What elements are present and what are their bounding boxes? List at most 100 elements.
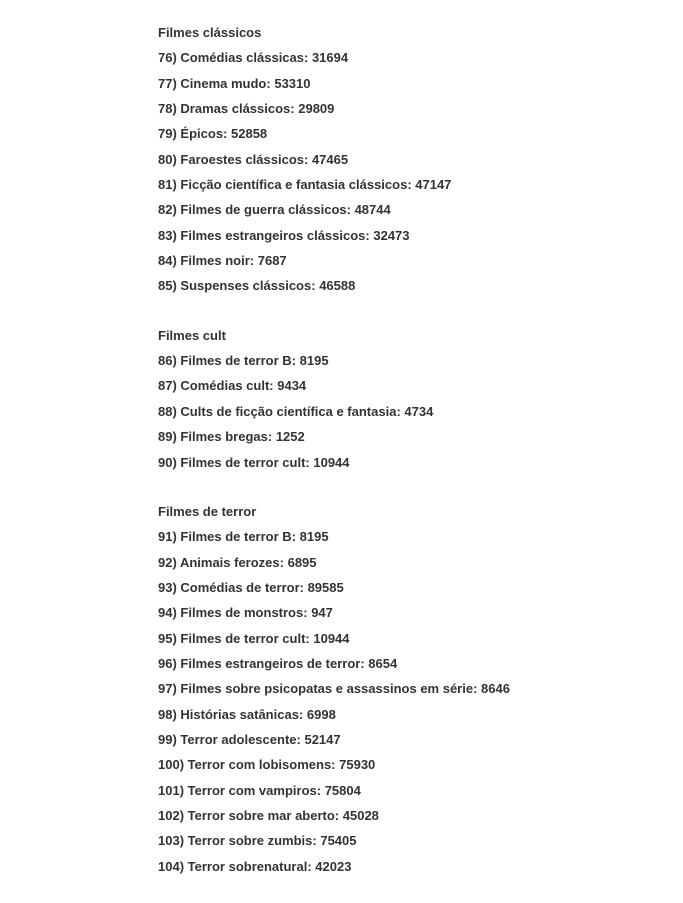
item-code: 52147 bbox=[304, 732, 340, 747]
item-number: 81 bbox=[158, 177, 172, 192]
item-code: 32473 bbox=[373, 228, 409, 243]
item-code: 6998 bbox=[307, 707, 336, 722]
item-number: 102 bbox=[158, 808, 180, 823]
item-number: 85 bbox=[158, 278, 172, 293]
section-title: Filmes de terror bbox=[158, 499, 683, 524]
item-code: 52858 bbox=[231, 126, 267, 141]
item-label: Filmes de guerra clássicos bbox=[180, 202, 346, 217]
item-number: 77 bbox=[158, 76, 172, 91]
list-item: 88) Cults de ficção científica e fantasi… bbox=[158, 399, 683, 424]
item-code: 10944 bbox=[313, 631, 349, 646]
item-code: 29809 bbox=[298, 101, 334, 116]
item-number: 91 bbox=[158, 529, 172, 544]
item-label: Filmes de terror cult bbox=[180, 631, 305, 646]
item-separator: : bbox=[311, 278, 319, 293]
item-label: Terror sobrenatural bbox=[188, 859, 308, 874]
item-number: 90 bbox=[158, 455, 172, 470]
item-code: 75804 bbox=[325, 783, 361, 798]
item-number: 79 bbox=[158, 126, 172, 141]
item-number: 95 bbox=[158, 631, 172, 646]
item-separator: : bbox=[335, 808, 343, 823]
item-label: Épicos bbox=[180, 126, 223, 141]
section-title: Filmes cult bbox=[158, 323, 683, 348]
item-number: 103 bbox=[158, 833, 180, 848]
item-code: 8195 bbox=[300, 353, 329, 368]
item-paren: ) bbox=[172, 555, 179, 570]
item-code: 46588 bbox=[319, 278, 355, 293]
item-separator: : bbox=[473, 681, 481, 696]
item-number: 89 bbox=[158, 429, 172, 444]
item-number: 96 bbox=[158, 656, 172, 671]
item-code: 6895 bbox=[288, 555, 317, 570]
list-item: 82) Filmes de guerra clássicos: 48744 bbox=[158, 197, 683, 222]
item-label: Cults de ficção científica e fantasia bbox=[180, 404, 396, 419]
list-item: 99) Terror adolescente: 52147 bbox=[158, 727, 683, 752]
list-item: 79) Épicos: 52858 bbox=[158, 121, 683, 146]
item-number: 86 bbox=[158, 353, 172, 368]
item-code: 75405 bbox=[320, 833, 356, 848]
item-code: 1252 bbox=[276, 429, 305, 444]
item-label: Terror com vampiros bbox=[188, 783, 317, 798]
item-label: Terror sobre zumbis bbox=[188, 833, 313, 848]
item-separator: : bbox=[347, 202, 355, 217]
item-separator: : bbox=[304, 50, 312, 65]
item-paren: ) bbox=[180, 808, 188, 823]
item-code: 89585 bbox=[308, 580, 344, 595]
item-separator: : bbox=[300, 580, 308, 595]
item-label: Filmes de terror B bbox=[180, 529, 291, 544]
item-number: 93 bbox=[158, 580, 172, 595]
item-code: 8646 bbox=[481, 681, 510, 696]
item-code: 53310 bbox=[274, 76, 310, 91]
item-label: Filmes de terror cult bbox=[180, 455, 305, 470]
item-number: 78 bbox=[158, 101, 172, 116]
list-item: 78) Dramas clássicos: 29809 bbox=[158, 96, 683, 121]
item-label: Ficção científica e fantasia clássicos bbox=[180, 177, 407, 192]
item-label: Comédias clássicas bbox=[180, 50, 304, 65]
section-title: Filmes clássicos bbox=[158, 20, 683, 45]
item-paren: ) bbox=[180, 859, 188, 874]
list-item: 76) Comédias clássicas: 31694 bbox=[158, 45, 683, 70]
list-item: 91) Filmes de terror B: 8195 bbox=[158, 524, 683, 549]
item-separator: : bbox=[250, 253, 258, 268]
item-code: 31694 bbox=[312, 50, 348, 65]
item-label: Suspenses clássicos bbox=[180, 278, 311, 293]
item-number: 76 bbox=[158, 50, 172, 65]
item-code: 42023 bbox=[315, 859, 351, 874]
item-label: Filmes de terror B bbox=[180, 353, 291, 368]
item-number: 83 bbox=[158, 228, 172, 243]
item-number: 80 bbox=[158, 152, 172, 167]
item-separator: : bbox=[292, 353, 300, 368]
list-item: 81) Ficção científica e fantasia clássic… bbox=[158, 172, 683, 197]
item-number: 104 bbox=[158, 859, 180, 874]
item-number: 88 bbox=[158, 404, 172, 419]
item-code: 75930 bbox=[339, 757, 375, 772]
item-label: Filmes estrangeiros de terror bbox=[180, 656, 360, 671]
item-code: 7687 bbox=[258, 253, 287, 268]
list-item: 103) Terror sobre zumbis: 75405 bbox=[158, 828, 683, 853]
item-number: 100 bbox=[158, 757, 180, 772]
item-paren: ) bbox=[180, 833, 188, 848]
list-item: 83) Filmes estrangeiros clássicos: 32473 bbox=[158, 223, 683, 248]
list-item: 89) Filmes bregas: 1252 bbox=[158, 424, 683, 449]
list-item: 94) Filmes de monstros: 947 bbox=[158, 600, 683, 625]
item-separator: : bbox=[331, 757, 339, 772]
list-item: 93) Comédias de terror: 89585 bbox=[158, 575, 683, 600]
item-label: Faroestes clássicos bbox=[180, 152, 304, 167]
section: Filmes clássicos76) Comédias clássicas: … bbox=[158, 20, 683, 299]
list-item: 87) Comédias cult: 9434 bbox=[158, 373, 683, 398]
item-code: 947 bbox=[311, 605, 333, 620]
item-code: 9434 bbox=[277, 378, 306, 393]
list-item: 80) Faroestes clássicos: 47465 bbox=[158, 147, 683, 172]
item-label: Filmes bregas bbox=[180, 429, 267, 444]
item-code: 47465 bbox=[312, 152, 348, 167]
section: Filmes de terror91) Filmes de terror B: … bbox=[158, 499, 683, 879]
item-label: Terror com lobisomens bbox=[188, 757, 332, 772]
item-paren: ) bbox=[180, 783, 188, 798]
item-code: 8195 bbox=[300, 529, 329, 544]
item-separator: : bbox=[223, 126, 231, 141]
item-label: Filmes estrangeiros clássicos bbox=[180, 228, 365, 243]
item-label: Cinema mudo bbox=[180, 76, 266, 91]
item-number: 94 bbox=[158, 605, 172, 620]
list-item: 102) Terror sobre mar aberto: 45028 bbox=[158, 803, 683, 828]
item-separator: : bbox=[280, 555, 288, 570]
